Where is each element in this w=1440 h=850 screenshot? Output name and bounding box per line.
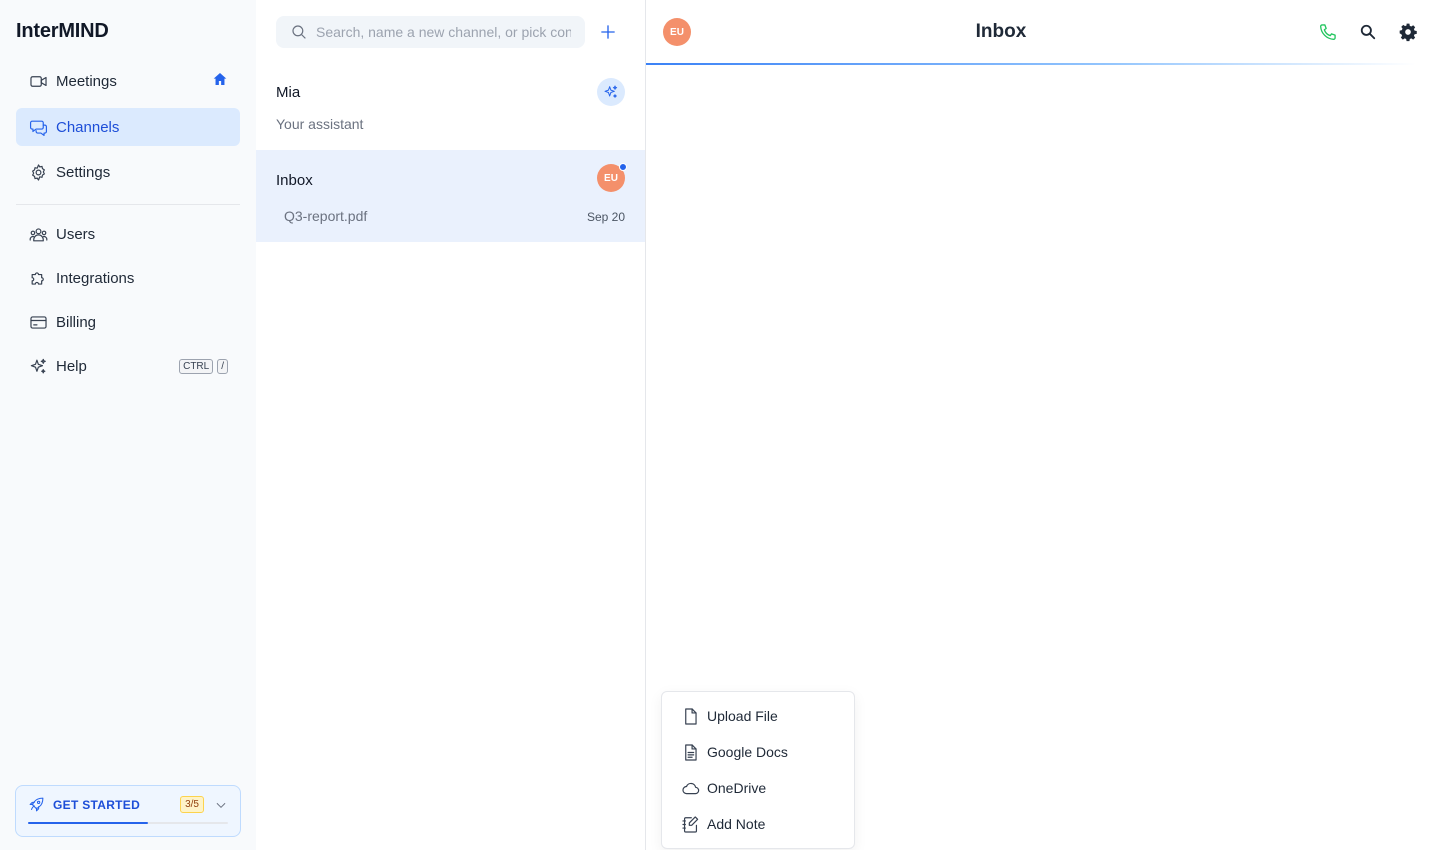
channel-item-inbox[interactable]: Inbox Q3-report.pdf EU Sep 20 <box>256 150 645 242</box>
sidebar-item-integrations[interactable]: Integrations <box>16 259 240 297</box>
channel-name: Mia <box>276 84 301 101</box>
search-input[interactable] <box>316 24 571 40</box>
sparkles-icon <box>28 356 48 376</box>
progress-badge: 3/5 <box>180 796 204 813</box>
conversation-header: EU Inbox <box>646 0 1440 65</box>
keyboard-shortcut: CTRL / <box>179 358 228 374</box>
sidebar-item-meetings[interactable]: Meetings <box>16 62 240 100</box>
menu-item-add-note[interactable]: Add Note <box>662 806 854 842</box>
brand-logo: InterMIND <box>16 20 109 42</box>
search-icon <box>292 25 306 39</box>
page-title: Inbox <box>975 21 1027 42</box>
rocket-icon <box>29 797 44 812</box>
sidebar-item-label: Help <box>56 357 87 375</box>
document-text-icon <box>685 743 697 761</box>
sidebar-item-settings[interactable]: Settings <box>16 153 240 191</box>
search-icon <box>1360 24 1376 40</box>
sidebar-item-billing[interactable]: Billing <box>16 303 240 341</box>
menu-item-label: OneDrive <box>707 780 767 796</box>
menu-item-onedrive[interactable]: OneDrive <box>662 770 854 806</box>
shortcut-key: / <box>217 358 228 374</box>
channel-date: Sep 20 <box>586 210 625 224</box>
attach-menu: Upload File Google Docs OneDrive Add Not… <box>661 691 855 849</box>
puzzle-icon <box>28 268 48 288</box>
channel-name: Inbox <box>276 172 313 189</box>
get-started-label: GET STARTED <box>53 797 141 812</box>
assistant-sparkle-icon <box>597 78 625 106</box>
sidebar-item-label: Integrations <box>56 269 135 287</box>
menu-item-label: Upload File <box>707 708 778 724</box>
call-button[interactable] <box>1317 21 1339 43</box>
channel-item-mia[interactable]: Mia Your assistant <box>256 72 645 148</box>
sidebar-item-label: Billing <box>56 313 97 331</box>
menu-item-google-docs[interactable]: Google Docs <box>662 734 854 770</box>
search-button[interactable] <box>1357 21 1379 43</box>
plus-icon <box>601 25 615 39</box>
get-started-panel[interactable]: GET STARTED 3/5 <box>15 785 241 837</box>
users-icon <box>28 224 48 244</box>
menu-item-label: Add Note <box>707 816 766 832</box>
search-box[interactable] <box>276 16 585 48</box>
sidebar-item-users[interactable]: Users <box>16 215 240 253</box>
channel-last-message: Q3-report.pdf <box>284 208 368 224</box>
unread-dot <box>619 163 627 171</box>
channel-subtitle: Your assistant <box>276 116 364 132</box>
progress-fill <box>28 822 148 824</box>
sidebar-item-label: Channels <box>56 118 120 136</box>
sidebar-item-label: Settings <box>56 163 111 181</box>
header-progress-line <box>646 63 1416 65</box>
gear-icon <box>1399 23 1417 42</box>
sidebar-item-label: Users <box>56 225 96 243</box>
home-icon[interactable] <box>212 71 228 91</box>
credit-card-icon <box>28 312 48 332</box>
sidebar-item-help[interactable]: Help CTRL / <box>16 347 240 385</box>
chat-bubbles-icon <box>28 117 48 137</box>
chevron-down-icon[interactable] <box>214 798 228 812</box>
cloud-icon <box>682 782 700 794</box>
settings-button[interactable] <box>1397 21 1419 43</box>
phone-icon <box>1320 24 1336 40</box>
file-icon <box>685 707 697 725</box>
new-channel-button[interactable] <box>598 22 618 42</box>
notebook-pen-icon <box>682 815 699 833</box>
menu-item-label: Google Docs <box>707 744 788 760</box>
menu-item-upload-file[interactable]: Upload File <box>662 698 854 734</box>
sidebar: InterMIND Meetings Channels Settings Use… <box>0 0 256 850</box>
sidebar-item-label: Meetings <box>56 72 117 90</box>
video-camera-icon <box>28 71 48 91</box>
gear-icon <box>28 162 48 182</box>
sidebar-item-channels[interactable]: Channels <box>16 108 240 146</box>
sidebar-divider <box>16 204 240 205</box>
channel-list: Mia Your assistant Inbox Q3-report.pdf E… <box>256 0 646 850</box>
shortcut-key: CTRL <box>179 358 214 374</box>
progress-track <box>28 822 228 824</box>
